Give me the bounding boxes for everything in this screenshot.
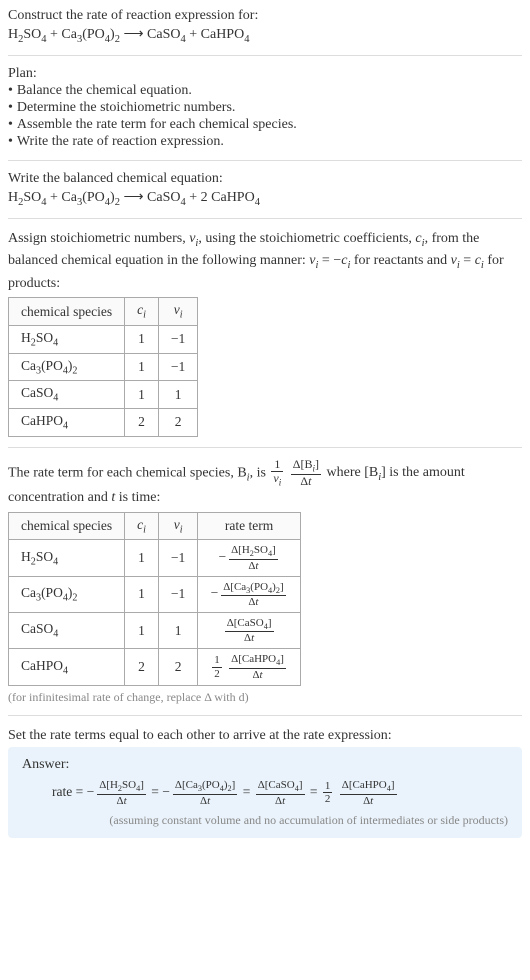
plan-title: Plan: [8, 66, 522, 82]
cell-nui: −1 [158, 325, 197, 353]
plan-item: •Assemble the rate term for each chemica… [8, 117, 522, 133]
table-row: CaSO411Δ[CaSO4]Δt [9, 613, 301, 649]
col-nui: νi [158, 512, 197, 540]
cell-nui: 2 [158, 408, 197, 436]
cell-species: Ca3(PO4)2 [9, 576, 125, 612]
answer-label: Answer: [22, 757, 508, 773]
table-row: H2SO41−1−Δ[H2SO4]Δt [9, 540, 301, 576]
cell-species: CaSO4 [9, 613, 125, 649]
cell-nui: 1 [158, 613, 197, 649]
answer-box: Answer: rate = −Δ[H2SO4]Δt = −Δ[Ca3(PO4)… [8, 747, 522, 837]
rateterm-intro: The rate term for each chemical species,… [8, 458, 522, 508]
cell-species: H2SO4 [9, 540, 125, 576]
final-title: Set the rate terms equal to each other t… [8, 726, 522, 746]
col-nui: νi [158, 298, 197, 326]
cell-rate: −Δ[H2SO4]Δt [198, 540, 301, 576]
stoich-table: chemical species ci νi H2SO41−1Ca3(PO4)2… [8, 297, 198, 436]
divider [8, 55, 522, 56]
col-rate: rate term [198, 512, 301, 540]
cell-rate: 12 Δ[CaHPO4]Δt [198, 649, 301, 685]
col-species: chemical species [9, 298, 125, 326]
divider [8, 218, 522, 219]
table-row: CaHPO422 [9, 408, 198, 436]
plan-section: Plan: •Balance the chemical equation.•De… [8, 66, 522, 150]
table-row: Ca3(PO4)21−1 [9, 353, 198, 381]
cell-ci: 2 [125, 408, 159, 436]
col-species: chemical species [9, 512, 125, 540]
cell-nui: −1 [158, 540, 197, 576]
plan-item: •Determine the stoichiometric numbers. [8, 100, 522, 116]
cell-nui: −1 [158, 353, 197, 381]
final-section: Set the rate terms equal to each other t… [8, 726, 522, 838]
col-ci: ci [125, 298, 159, 326]
cell-rate: −Δ[Ca3(PO4)2]Δt [198, 576, 301, 612]
cell-ci: 1 [125, 353, 159, 381]
cell-ci: 1 [125, 576, 159, 612]
cell-nui: 2 [158, 649, 197, 685]
col-ci: ci [125, 512, 159, 540]
plan-list: •Balance the chemical equation.•Determin… [8, 83, 522, 150]
cell-ci: 1 [125, 325, 159, 353]
rateterm-note: (for infinitesimal rate of change, repla… [8, 690, 522, 705]
cell-species: CaHPO4 [9, 408, 125, 436]
divider [8, 447, 522, 448]
plan-item: •Balance the chemical equation. [8, 83, 522, 99]
table-row: CaSO411 [9, 381, 198, 409]
cell-species: Ca3(PO4)2 [9, 353, 125, 381]
divider [8, 160, 522, 161]
cell-nui: −1 [158, 576, 197, 612]
cell-ci: 1 [125, 613, 159, 649]
rate-expression: rate = −Δ[H2SO4]Δt = −Δ[Ca3(PO4)2]Δt = Δ… [52, 779, 508, 806]
plan-item: •Write the rate of reaction expression. [8, 134, 522, 150]
cell-species: CaSO4 [9, 381, 125, 409]
balanced-equation: H2SO4 + Ca3(PO4)2 ⟶ CaSO4 + 2 CaHPO4 [8, 189, 522, 208]
rateterm-intro-pre: The rate term for each chemical species,… [8, 465, 247, 480]
rateterm-section: The rate term for each chemical species,… [8, 458, 522, 705]
table-row: Ca3(PO4)21−1−Δ[Ca3(PO4)2]Δt [9, 576, 301, 612]
divider [8, 715, 522, 716]
cell-rate: Δ[CaSO4]Δt [198, 613, 301, 649]
cell-nui: 1 [158, 381, 197, 409]
prompt-section: Construct the rate of reaction expressio… [8, 8, 522, 45]
rateterm-intro-mid: , is [250, 465, 270, 480]
cell-species: H2SO4 [9, 325, 125, 353]
prompt-text: Construct the rate of reaction expressio… [8, 8, 522, 24]
cell-ci: 1 [125, 540, 159, 576]
rateterm-table: chemical species ci νi rate term H2SO41−… [8, 512, 301, 686]
balanced-section: Write the balanced chemical equation: H2… [8, 171, 522, 208]
table-row: H2SO41−1 [9, 325, 198, 353]
table-row: CaHPO42212 Δ[CaHPO4]Δt [9, 649, 301, 685]
cell-ci: 2 [125, 649, 159, 685]
assumption-note: (assuming constant volume and no accumul… [22, 813, 508, 828]
stoich-section: Assign stoichiometric numbers, νi, using… [8, 229, 522, 437]
cell-species: CaHPO4 [9, 649, 125, 685]
cell-ci: 1 [125, 381, 159, 409]
prompt-equation: H2SO4 + Ca3(PO4)2 ⟶ CaSO4 + CaHPO4 [8, 26, 522, 45]
balanced-title: Write the balanced chemical equation: [8, 171, 522, 187]
stoich-intro: Assign stoichiometric numbers, νi, using… [8, 229, 522, 294]
